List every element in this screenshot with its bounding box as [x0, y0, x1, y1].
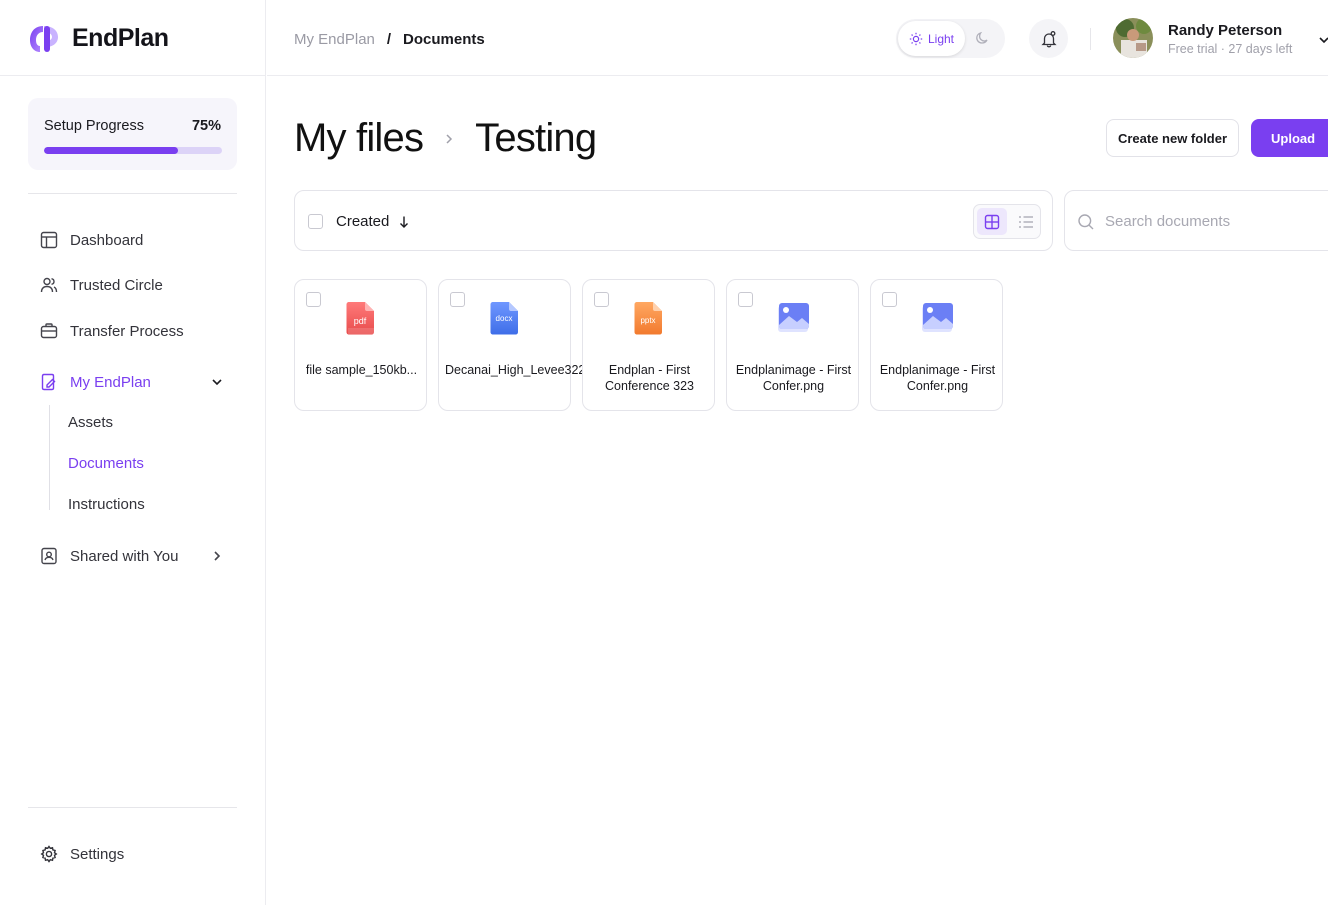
- search-input[interactable]: [1105, 210, 1305, 232]
- theme-light-option[interactable]: Light: [898, 21, 965, 56]
- app-logo[interactable]: EndPlan: [28, 22, 169, 54]
- sidebar-divider: [28, 807, 237, 808]
- grid-view-button[interactable]: [977, 208, 1007, 235]
- file-name: Decanai_High_Levee322sdsds...: [445, 363, 629, 377]
- pptx-file-icon: pptx: [634, 302, 662, 335]
- topbar-divider: [1090, 28, 1091, 50]
- avatar[interactable]: [1113, 18, 1153, 58]
- moon-icon[interactable]: [974, 30, 990, 46]
- image-file-icon: [922, 303, 953, 332]
- nav-item-my-endplan[interactable]: My EndPlan: [40, 373, 224, 391]
- list-icon: [1019, 215, 1033, 228]
- breadcrumb-parent[interactable]: My EndPlan: [294, 31, 375, 48]
- file-checkbox[interactable]: [882, 292, 897, 307]
- file-checkbox[interactable]: [450, 292, 465, 307]
- gear-icon: [40, 845, 58, 863]
- grid-icon: [984, 214, 1000, 229]
- file-ext-label: docx: [496, 314, 513, 323]
- arrow-down-icon: [400, 216, 409, 228]
- sidebar: EndPlan Setup Progress 75% Dashboard Tru…: [0, 0, 266, 905]
- file-checkbox[interactable]: [594, 292, 609, 307]
- create-folder-button[interactable]: Create new folder: [1106, 119, 1239, 157]
- file-checkbox[interactable]: [306, 292, 321, 307]
- trial-status: Free trial · 27 days left: [1168, 42, 1293, 56]
- shared-folder-icon: [41, 547, 57, 565]
- file-name: Endplanimage - First Confer.png: [879, 363, 996, 393]
- notifications-button[interactable]: [1029, 19, 1068, 58]
- theme-toggle[interactable]: Light: [896, 19, 1005, 58]
- setup-progress-fill: [44, 147, 178, 154]
- nav-label-my-endplan: My EndPlan: [70, 373, 151, 391]
- nav-label-transfer-process: Transfer Process: [70, 322, 184, 340]
- nav-label-dashboard: Dashboard: [70, 231, 144, 249]
- sidebar-header-divider: [0, 75, 266, 76]
- breadcrumb: My EndPlan / Documents: [294, 31, 485, 48]
- setup-progress-bar: [44, 147, 222, 154]
- sub-item-assets[interactable]: Assets: [68, 414, 113, 431]
- dashboard-icon: [40, 231, 58, 249]
- nav-label-trusted-circle: Trusted Circle: [70, 276, 163, 294]
- user-name[interactable]: Randy Peterson: [1168, 22, 1282, 39]
- file-card[interactable]: docx Decanai_High_Levee322sdsds...: [438, 279, 629, 411]
- sidebar-divider: [28, 193, 237, 194]
- chevron-right-icon: [446, 133, 453, 144]
- users-icon: [40, 277, 58, 293]
- files-toolbar: Created: [294, 190, 1053, 251]
- nav-item-settings[interactable]: Settings: [40, 845, 124, 863]
- chevron-down-icon[interactable]: [210, 375, 224, 389]
- chevron-right-icon[interactable]: [210, 549, 224, 563]
- sun-icon: [909, 32, 923, 45]
- upload-button[interactable]: Upload: [1251, 119, 1328, 157]
- topbar: My EndPlan / Documents Light Randy Peter…: [267, 0, 1328, 76]
- briefcase-icon: [40, 323, 58, 339]
- search-box: [1064, 190, 1328, 251]
- setup-progress-percent: 75%: [191, 118, 221, 134]
- sub-item-documents[interactable]: Documents: [68, 455, 144, 472]
- sub-item-instructions[interactable]: Instructions: [68, 496, 145, 513]
- file-ext-label: pptx: [640, 316, 655, 325]
- search-icon: [1078, 214, 1094, 230]
- app-name: EndPlan: [72, 23, 169, 52]
- select-all-checkbox[interactable]: [308, 214, 323, 229]
- docx-file-icon: docx: [490, 302, 518, 335]
- nav-item-trusted-circle[interactable]: Trusted Circle: [40, 276, 163, 294]
- nav-label-shared-with-you: Shared with You: [70, 547, 179, 565]
- view-switcher: [973, 204, 1041, 239]
- sort-label: Created: [336, 213, 390, 230]
- user-photo-icon: [1113, 18, 1153, 58]
- heading-root-folder[interactable]: My files: [294, 116, 424, 161]
- submenu-tree-line: [49, 405, 51, 510]
- theme-light-label: Light: [927, 31, 955, 46]
- document-edit-icon: [41, 373, 56, 391]
- nav-item-dashboard[interactable]: Dashboard: [40, 231, 143, 249]
- file-name: Endplan - First Conference 323: [605, 363, 694, 393]
- breadcrumb-separator: /: [386, 31, 392, 48]
- bell-icon: [1040, 30, 1057, 47]
- setup-progress-card[interactable]: Setup Progress 75%: [28, 98, 237, 170]
- file-name: Endplanimage - First Confer.png: [735, 363, 852, 393]
- file-card[interactable]: Endplanimage - First Confer.png: [870, 279, 1003, 411]
- file-card[interactable]: pdf file sample_150kb...: [294, 279, 427, 411]
- file-card[interactable]: pptx Endplan - First Conference 323: [582, 279, 715, 411]
- chevron-down-icon[interactable]: [1317, 33, 1328, 47]
- page-title: My files Testing: [294, 116, 597, 161]
- file-name: file sample_150kb...: [305, 363, 418, 377]
- breadcrumb-current: Documents: [403, 31, 485, 48]
- image-file-icon: [778, 303, 809, 332]
- nav-item-transfer-process[interactable]: Transfer Process: [40, 322, 184, 340]
- endplan-logo-icon: [30, 26, 58, 52]
- heading-current-folder: Testing: [475, 116, 597, 160]
- list-view-button[interactable]: [1012, 208, 1040, 235]
- sort-button[interactable]: Created: [336, 213, 410, 230]
- pdf-file-icon: pdf: [346, 302, 374, 335]
- nav-item-shared-with-you[interactable]: Shared with You: [40, 547, 224, 565]
- file-checkbox[interactable]: [738, 292, 753, 307]
- file-card[interactable]: Endplanimage - First Confer.png: [726, 279, 859, 411]
- file-ext-label: pdf: [354, 316, 367, 326]
- setup-progress-label: Setup Progress: [44, 118, 144, 134]
- nav-label-settings: Settings: [70, 845, 125, 863]
